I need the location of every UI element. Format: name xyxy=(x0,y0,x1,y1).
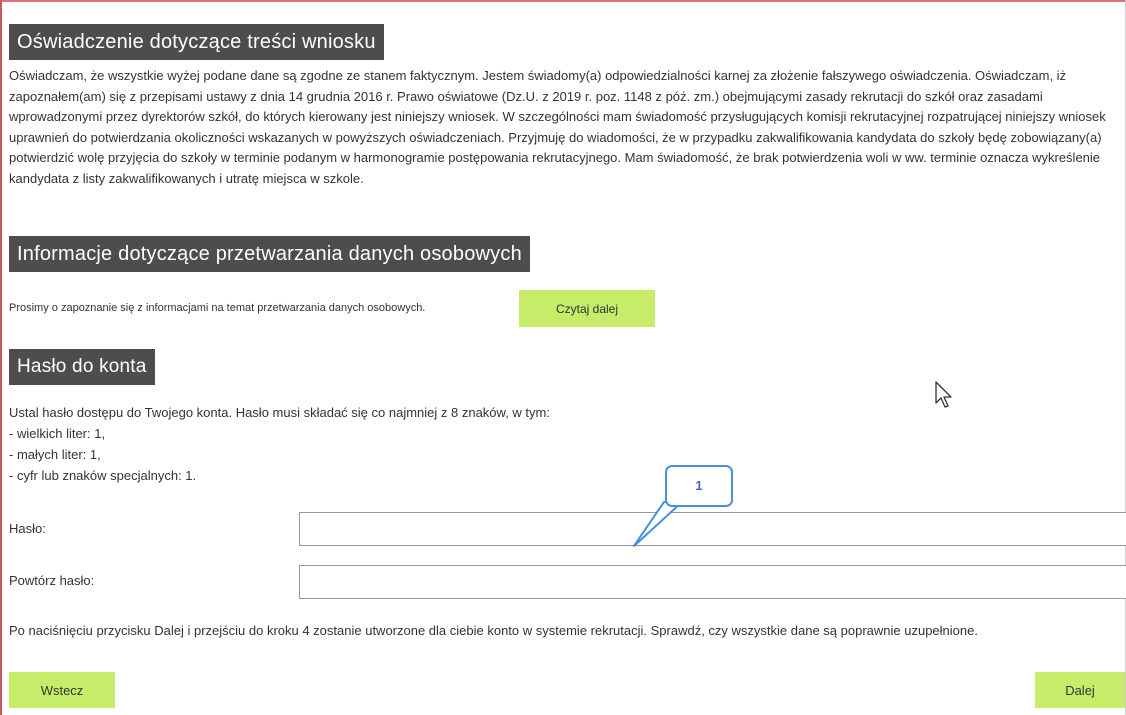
left-border xyxy=(0,0,2,715)
password-intro: Ustal hasło dostępu do Twojego konta. Ha… xyxy=(9,405,550,420)
requirement-lowercase: - małych liter: 1, xyxy=(9,447,101,462)
read-more-button[interactable]: Czytaj dalej xyxy=(519,290,655,327)
repeat-password-input[interactable] xyxy=(299,565,1126,599)
back-button[interactable]: Wstecz xyxy=(9,672,115,708)
requirement-digits-special: - cyfr lub znaków specjalnych: 1. xyxy=(9,468,197,483)
callout-marker: 1 xyxy=(665,465,733,507)
password-label: Hasło: xyxy=(9,521,46,536)
requirement-uppercase: - wielkich liter: 1, xyxy=(9,426,106,441)
next-button[interactable]: Dalej xyxy=(1035,672,1125,708)
account-creation-info: Po naciśnięciu przycisku Dalej i przejśc… xyxy=(9,623,978,638)
privacy-text: Prosimy o zapoznanie się z informacjami … xyxy=(9,302,426,314)
repeat-password-label: Powtórz hasło: xyxy=(9,573,95,588)
password-section-title: Hasło do konta xyxy=(9,349,155,385)
callout-pointer xyxy=(633,501,683,547)
top-border xyxy=(0,0,1126,2)
mouse-pointer-icon xyxy=(935,381,952,408)
statement-text: Oświadczam, że wszystkie wyżej podane da… xyxy=(9,68,1106,186)
password-input[interactable] xyxy=(299,512,1126,546)
privacy-section-title: Informacje dotyczące przetwarzania danyc… xyxy=(9,236,530,272)
statement-section-title: Oświadczenie dotyczące treści wniosku xyxy=(9,24,384,60)
